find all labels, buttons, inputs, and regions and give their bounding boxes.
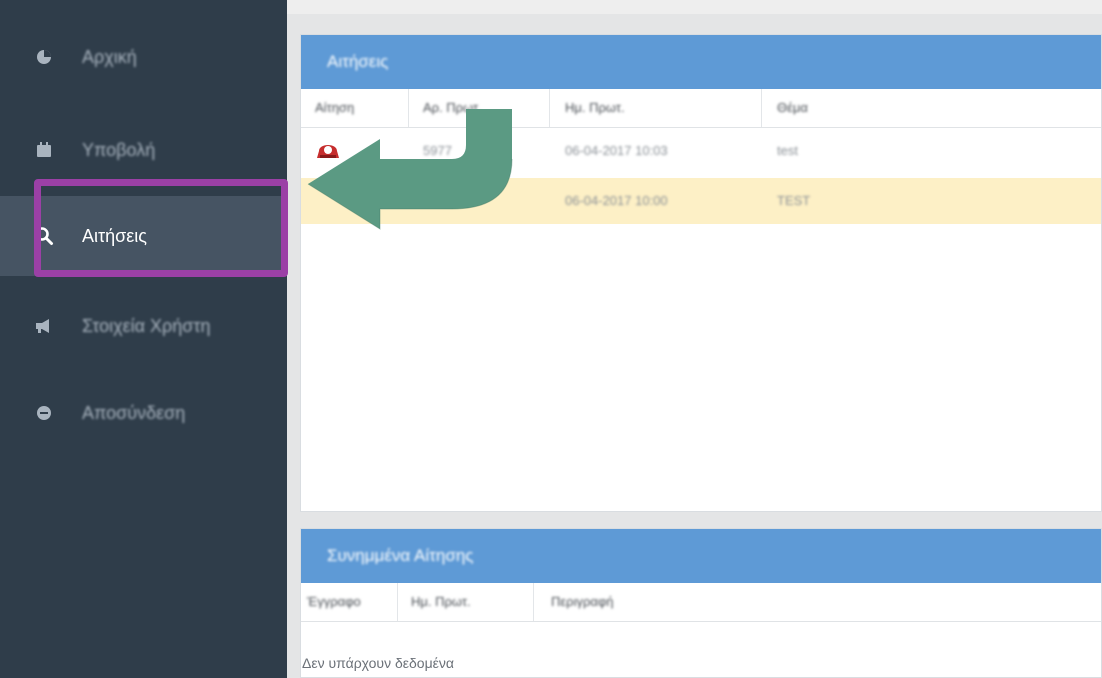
highlight-box <box>34 179 288 277</box>
column-divider <box>549 89 550 127</box>
column-header[interactable]: Ημ. Πρωτ. <box>565 89 625 127</box>
sidebar-item-submit[interactable]: Υποβολή <box>0 120 287 180</box>
attachments-panel-title: Συνημμένα Αίτησης <box>327 546 474 565</box>
sidebar-item-label: Αρχική <box>82 46 137 67</box>
attachments-panel-header: Συνημμένα Αίτησης <box>301 529 1101 583</box>
sidebar-item-label: Στοιχεία Χρήστη <box>82 315 211 336</box>
request-date: 06-04-2017 10:00 <box>565 193 668 208</box>
logout-icon <box>34 404 54 422</box>
column-header[interactable]: Ημ. Πρωτ. <box>411 583 471 621</box>
request-subject: TEST <box>777 193 811 208</box>
column-header[interactable]: Περιγραφή <box>551 583 614 621</box>
megaphone-icon <box>34 317 54 335</box>
sidebar-item-user-info[interactable]: Στοιχεία Χρήστη <box>0 296 287 356</box>
annotation-arrow-icon <box>307 109 513 230</box>
sidebar-item-logout[interactable]: Αποσύνδεση <box>0 383 287 443</box>
attachments-table-header: Έγγραφο Ημ. Πρωτ. Περιγραφή <box>301 583 1101 622</box>
sidebar-item-label: Υποβολή <box>82 139 156 160</box>
calendar-icon <box>34 141 54 159</box>
requests-panel-header: Αιτήσεις <box>301 35 1101 89</box>
sidebar-item-label: Αποσύνδεση <box>82 402 186 423</box>
top-bar <box>287 0 1102 14</box>
column-header[interactable]: Έγγραφο <box>307 583 361 621</box>
column-divider <box>761 89 762 127</box>
column-header[interactable]: Θέμα <box>777 89 808 127</box>
empty-message: Δεν υπάρχουν δεδομένα <box>302 655 454 671</box>
sidebar-item-home[interactable]: Αρχική <box>0 27 287 87</box>
sidebar: Αρχική Υποβολή Αιτήσεις Στοιχεία Χρήστη … <box>0 0 287 678</box>
pie-chart-icon <box>34 48 54 66</box>
column-divider <box>397 583 398 621</box>
request-date: 06-04-2017 10:03 <box>565 143 668 158</box>
column-divider <box>533 583 534 621</box>
requests-panel-title: Αιτήσεις <box>327 52 389 71</box>
request-subject: test <box>777 143 798 158</box>
